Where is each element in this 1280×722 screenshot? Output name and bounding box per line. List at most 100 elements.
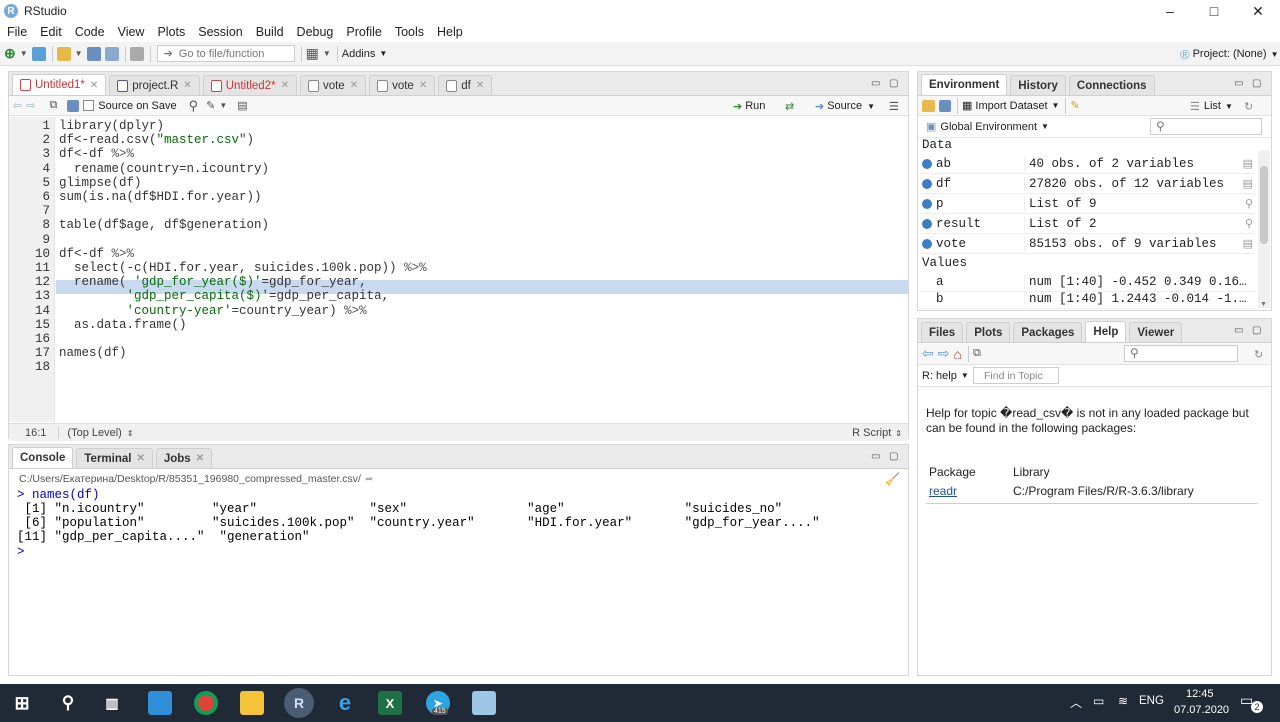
- code-line[interactable]: rename(country=n.icountry): [59, 162, 269, 176]
- language-indicator[interactable]: ENG: [1139, 695, 1164, 707]
- maximize-button[interactable]: □: [1192, 0, 1236, 22]
- menu-plots[interactable]: Plots: [150, 25, 191, 39]
- code-line[interactable]: library(dplyr): [59, 119, 164, 133]
- code-line[interactable]: glimpse(df): [59, 176, 142, 190]
- save-icon[interactable]: [67, 97, 80, 115]
- chevron-down-icon[interactable]: ▼: [219, 97, 227, 115]
- rstudio-taskbar-icon[interactable]: R: [284, 688, 314, 718]
- code-line[interactable]: table(df$age, df$generation): [59, 218, 269, 232]
- console-input[interactable]: >: [17, 545, 32, 559]
- tab-environment[interactable]: Environment: [921, 74, 1008, 95]
- help-search-input[interactable]: ⚲: [1124, 345, 1238, 362]
- environment-row[interactable]: vote 85153 obs. of 9 variables ▤: [920, 234, 1255, 254]
- menu-debug[interactable]: Debug: [290, 25, 340, 39]
- tab-terminal[interactable]: Terminal ✕: [76, 448, 153, 468]
- table-icon[interactable]: ▤: [1243, 237, 1253, 250]
- clear-console-icon[interactable]: 🧹: [885, 472, 900, 486]
- environment-row[interactable]: p List of 9 ⚲: [920, 194, 1255, 214]
- edge-icon[interactable]: e: [333, 690, 357, 715]
- minimize-pane-icon[interactable]: ▭: [1234, 325, 1243, 336]
- addins-button[interactable]: Addins ▼: [342, 45, 388, 63]
- code-line[interactable]: df<-read.csv("master.csv"): [59, 133, 254, 147]
- chevron-down-icon[interactable]: ▼: [323, 45, 331, 63]
- print-icon[interactable]: [129, 45, 144, 63]
- environment-row[interactable]: df 27820 obs. of 12 variables ▤: [920, 174, 1255, 194]
- menu-code[interactable]: Code: [68, 25, 111, 39]
- menu-build[interactable]: Build: [249, 25, 290, 39]
- tab-vote-2[interactable]: vote ✕: [369, 75, 436, 95]
- tab-connections[interactable]: Connections: [1068, 75, 1155, 95]
- rerun-icon[interactable]: ⇄: [785, 97, 794, 115]
- minimize-pane-icon[interactable]: ▭: [871, 451, 880, 462]
- grid-layout-icon[interactable]: ▦: [306, 45, 319, 63]
- maximize-pane-icon[interactable]: ▢: [1252, 325, 1261, 336]
- menu-profile[interactable]: Profile: [339, 25, 387, 39]
- expand-arrow-icon[interactable]: [922, 238, 932, 249]
- new-project-icon[interactable]: [31, 45, 46, 63]
- menu-file[interactable]: File: [0, 25, 33, 39]
- maximize-pane-icon[interactable]: ▢: [1252, 78, 1261, 89]
- tab-viewer[interactable]: Viewer: [1129, 322, 1183, 342]
- tab-project-r[interactable]: project.R ✕: [109, 75, 200, 95]
- run-button[interactable]: ➔ Run: [733, 97, 765, 115]
- back-arrow-icon[interactable]: ⇦: [922, 345, 934, 363]
- close-button[interactable]: ✕: [1236, 0, 1280, 22]
- home-icon[interactable]: ⌂: [953, 345, 961, 363]
- forward-arrow-icon[interactable]: ⇨: [938, 345, 950, 363]
- tab-files[interactable]: Files: [921, 322, 964, 342]
- table-icon[interactable]: ▤: [1243, 157, 1253, 170]
- tab-untitled2[interactable]: Untitled2* ✕: [202, 75, 297, 95]
- working-directory[interactable]: C:/Users/Екатерина/Desktop/R/85351_19698…: [19, 473, 361, 485]
- expand-arrow-icon[interactable]: [922, 178, 932, 189]
- scope-dropdown[interactable]: (Top Level) ⇕: [67, 427, 133, 439]
- source-on-save-checkbox[interactable]: Source on Save: [83, 97, 177, 115]
- minimize-pane-icon[interactable]: ▭: [1234, 78, 1243, 89]
- expand-arrow-icon[interactable]: [922, 218, 932, 229]
- file-type-dropdown[interactable]: R Script ⇕: [852, 427, 902, 439]
- scroll-down-icon[interactable]: ▼: [1260, 301, 1267, 308]
- code-line[interactable]: df<-df %>%: [59, 247, 134, 261]
- tray-chevron-icon[interactable]: ︿: [1070, 694, 1082, 711]
- tab-packages[interactable]: Packages: [1013, 322, 1083, 342]
- goto-file-input[interactable]: ➔ Go to file/function: [156, 45, 295, 62]
- environment-row[interactable]: b num [1:40] 1.2443 -0.014 -1.…: [920, 289, 1255, 309]
- menu-view[interactable]: View: [111, 25, 151, 39]
- expand-arrow-icon[interactable]: [922, 158, 932, 169]
- menu-help[interactable]: Help: [430, 25, 469, 39]
- code-line[interactable]: select(-c(HDI.for.year, suicides.100k.po…: [59, 261, 427, 275]
- chevron-down-icon[interactable]: ▼: [20, 45, 28, 63]
- chevron-down-icon[interactable]: ▼: [75, 45, 83, 63]
- search-icon[interactable]: ⚲: [1245, 197, 1253, 210]
- forward-arrow-icon[interactable]: ⇨: [26, 97, 35, 115]
- expand-arrow-icon[interactable]: [922, 198, 932, 209]
- outline-icon[interactable]: ☰: [889, 97, 899, 115]
- environment-row[interactable]: ab 40 obs. of 2 variables ▤: [920, 154, 1255, 174]
- tab-vote-1[interactable]: vote ✕: [299, 75, 367, 95]
- go-to-directory-icon[interactable]: ➦: [365, 474, 373, 485]
- file-explorer-alt-icon[interactable]: [148, 691, 172, 715]
- save-all-icon[interactable]: [104, 45, 119, 63]
- clock-time[interactable]: 12:45: [1186, 688, 1214, 700]
- save-icon[interactable]: [86, 45, 101, 63]
- magic-wand-icon[interactable]: ✎: [206, 97, 215, 115]
- minimize-button[interactable]: ‒: [1148, 0, 1192, 22]
- new-file-icon[interactable]: ⊕: [4, 45, 16, 63]
- package-link-readr[interactable]: readr: [929, 484, 957, 498]
- task-view-icon[interactable]: ▥: [100, 691, 124, 715]
- view-mode-dropdown[interactable]: ☰ List ▼: [1190, 97, 1233, 115]
- show-in-window-icon[interactable]: ⧉: [49, 97, 57, 115]
- minimize-pane-icon[interactable]: ▭: [871, 78, 880, 89]
- broom-icon[interactable]: ✎: [1070, 97, 1079, 115]
- table-icon[interactable]: ▤: [1243, 177, 1253, 190]
- back-arrow-icon[interactable]: ⇦: [13, 97, 22, 115]
- compile-report-icon[interactable]: ▤: [237, 97, 247, 115]
- code-line[interactable]: 'country-year'=country_year) %>%: [59, 304, 367, 318]
- tab-console[interactable]: Console: [12, 447, 74, 468]
- tab-untitled1[interactable]: Untitled1* ✕: [12, 74, 107, 95]
- scope-dropdown[interactable]: ▣ Global Environment ▼: [926, 118, 1049, 136]
- file-explorer-icon[interactable]: [240, 691, 264, 715]
- tab-help[interactable]: Help: [1085, 321, 1127, 342]
- load-workspace-icon[interactable]: [922, 97, 935, 115]
- project-menu[interactable]: ® Project: (None) ▼: [1180, 45, 1279, 63]
- search-icon[interactable]: ⚲: [56, 691, 80, 715]
